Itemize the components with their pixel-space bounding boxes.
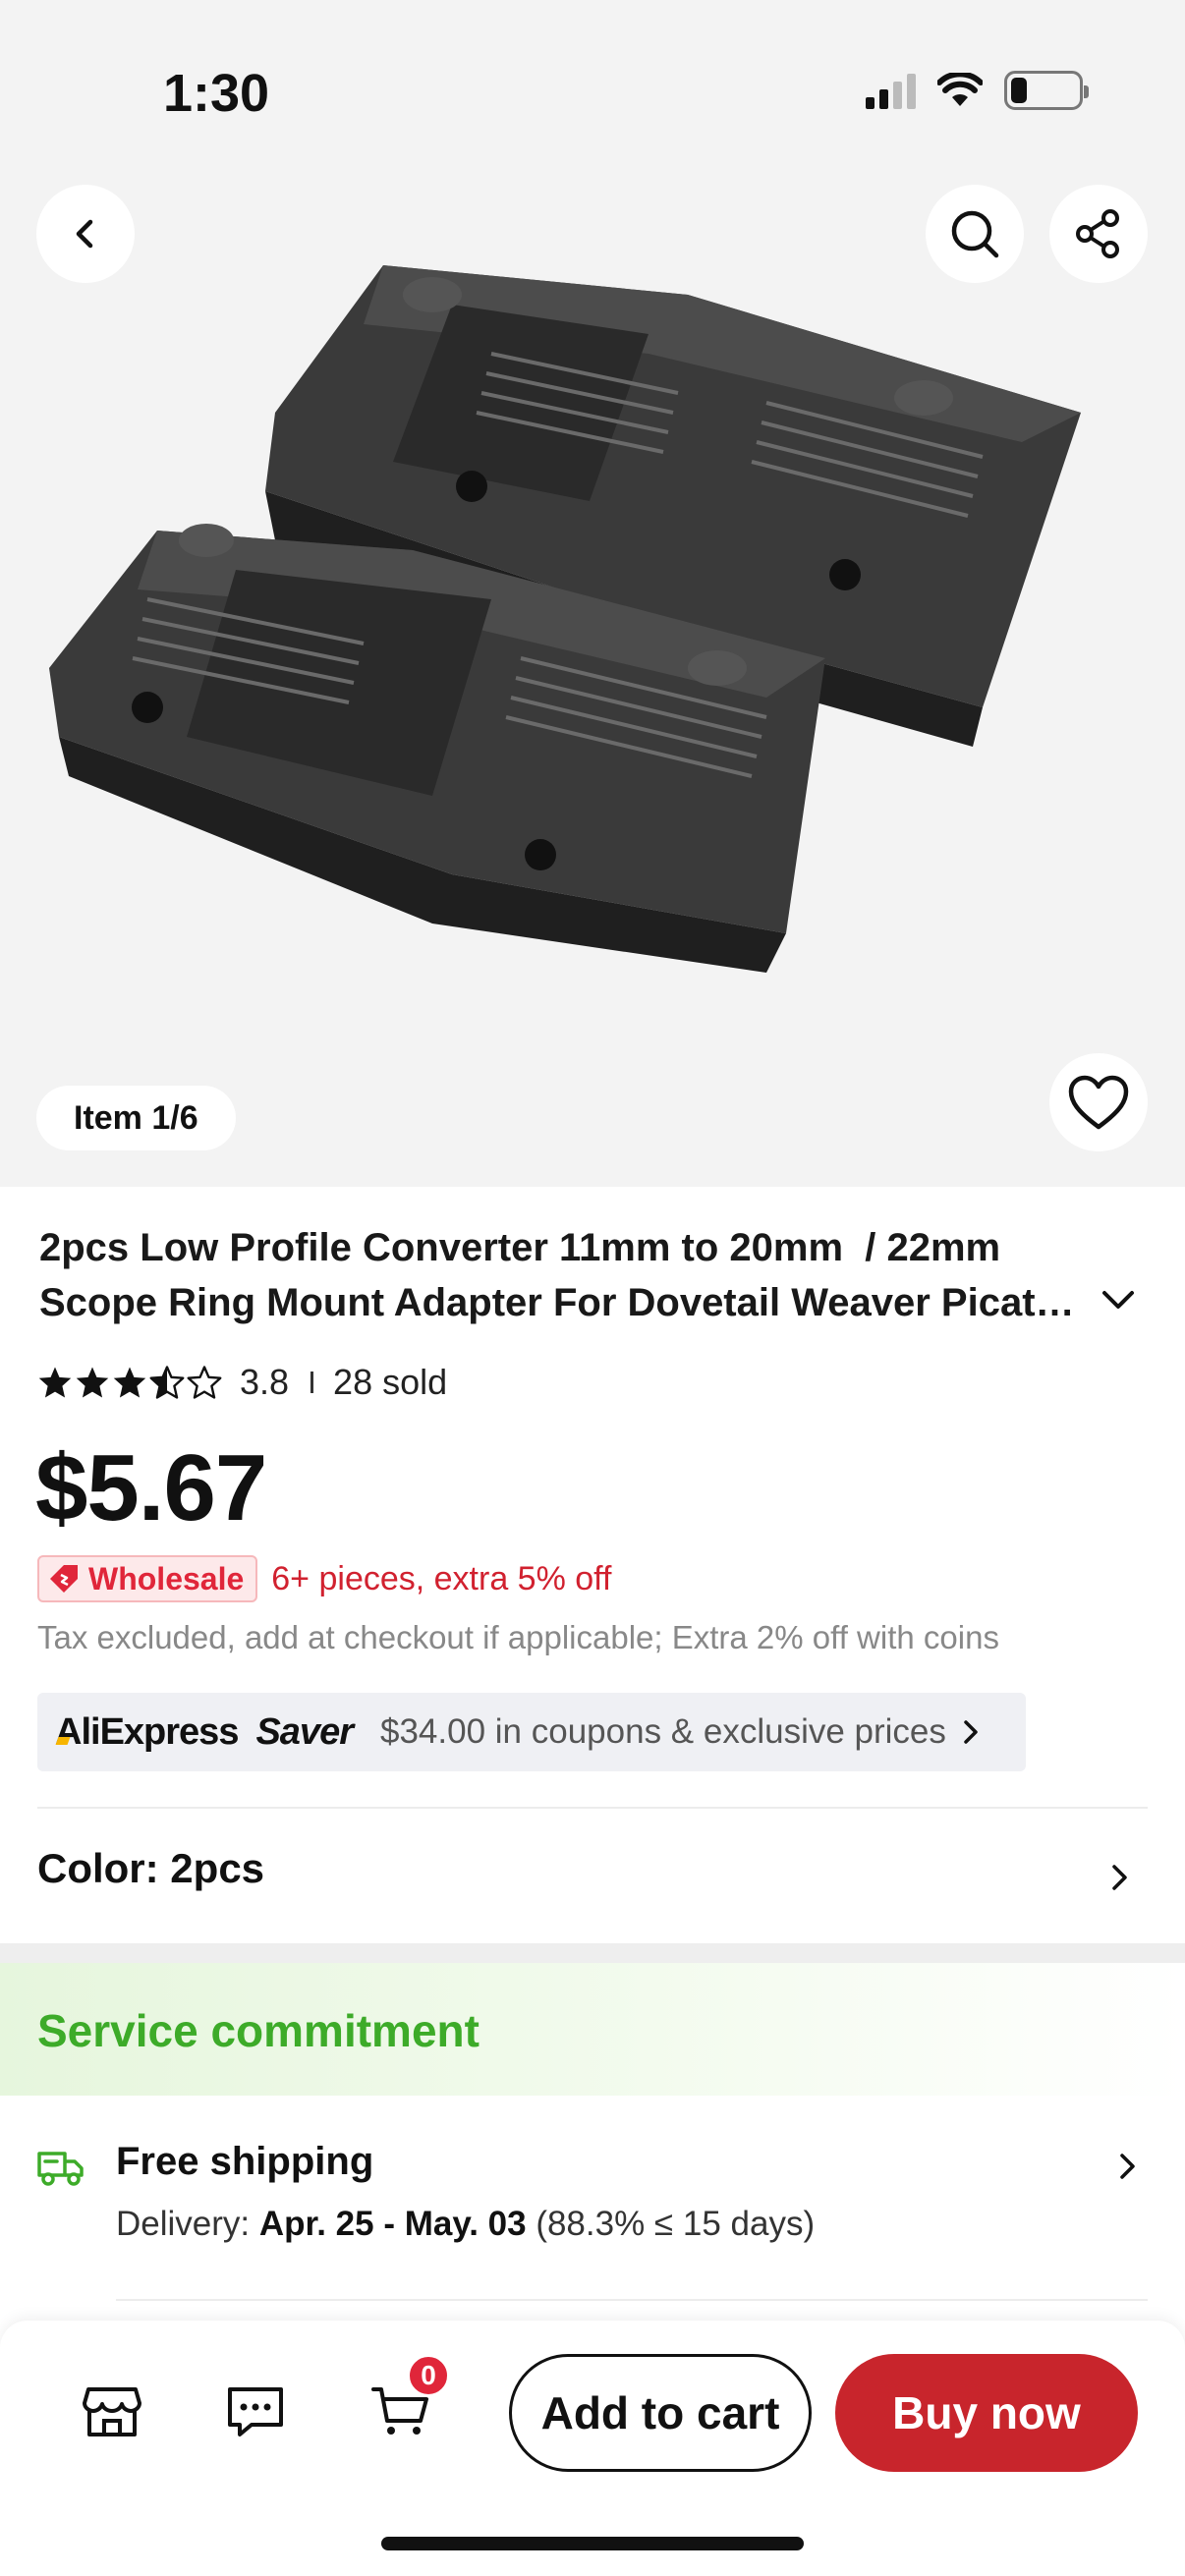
search-button[interactable] [926, 185, 1024, 283]
wishlist-button[interactable] [1049, 1053, 1148, 1151]
product-title[interactable]: 2pcs Low Profile Converter 11mm to 20mm … [39, 1220, 1081, 1330]
saver-logo: Saver [255, 1710, 354, 1753]
service-commitment-header: Service commitment [0, 1963, 1185, 2096]
bottom-action-bar: 0 Add to cart Buy now [0, 2321, 1185, 2576]
rating-value: 3.8 [240, 1362, 290, 1402]
sold-count: 28 sold [333, 1362, 448, 1402]
home-indicator[interactable] [381, 2537, 804, 2550]
saver-banner[interactable]: AliExpress Saver $34.00 in coupons & exc… [37, 1693, 1026, 1771]
expand-title-chevron-icon[interactable] [1099, 1285, 1138, 1315]
star-empty-icon [187, 1366, 222, 1399]
search-icon [951, 210, 999, 258]
status-bar: 1:30 [0, 0, 1185, 177]
shipping-truck-icon [37, 2152, 84, 2186]
star-half-icon [149, 1366, 185, 1399]
tag-icon [50, 1565, 78, 1593]
wholesale-badge: Wholesale [37, 1555, 258, 1602]
product-gallery[interactable]: Item 1/6 [0, 0, 1185, 1187]
delivery-stat: (88.3% ≤ 15 days) [536, 2205, 816, 2243]
heart-icon [1068, 1075, 1129, 1130]
divider [116, 2299, 1148, 2301]
store-icon[interactable] [81, 2380, 143, 2442]
delivery-label: Delivery: [116, 2205, 251, 2243]
color-selector[interactable]: Color: 2pcs [37, 1845, 264, 1892]
wholesale-row: Wholesale 6+ pieces, extra 5% off [37, 1555, 611, 1602]
chevron-right-icon[interactable] [1108, 1861, 1132, 1894]
service-commitment-title: Service commitment [37, 2005, 480, 2056]
chat-icon[interactable] [224, 2380, 287, 2442]
rating-separator [310, 1372, 314, 1393]
wifi-icon [937, 73, 983, 106]
buy-now-button[interactable]: Buy now [835, 2354, 1138, 2472]
chevron-left-icon [76, 219, 93, 249]
delivery-dates: Apr. 25 - May. 03 [258, 2205, 527, 2243]
wholesale-offer: 6+ pieces, extra 5% off [271, 1559, 612, 1597]
share-icon [1076, 209, 1119, 258]
add-to-cart-button[interactable]: Add to cart [509, 2354, 812, 2472]
chevron-right-icon[interactable] [1116, 2150, 1140, 2183]
cart-count-badge: 0 [407, 2354, 450, 2397]
star-filled-icon [113, 1367, 146, 1398]
share-button[interactable] [1049, 185, 1148, 283]
star-filled-icon [76, 1367, 109, 1398]
price: $5.67 [35, 1435, 267, 1540]
product-image [49, 265, 1081, 973]
image-counter: Item 1/6 [36, 1086, 236, 1150]
aliexpress-logo: AliExpress [55, 1710, 239, 1753]
back-button[interactable] [36, 185, 135, 283]
product-title-line2: Scope Ring Mount Adapter For Dovetail We… [39, 1281, 1081, 1324]
delivery-estimate: Delivery: Apr. 25 - May. 03 (88.3% ≤ 15 … [116, 2205, 815, 2244]
tax-note: Tax excluded, add at checkout if applica… [37, 1619, 999, 1655]
saver-text: $34.00 in coupons & exclusive prices [380, 1712, 946, 1751]
section-divider [0, 1943, 1185, 1963]
star-filled-icon [38, 1367, 72, 1398]
status-time: 1:30 [163, 64, 270, 123]
status-icons [866, 71, 1089, 110]
cellular-signal-icon [866, 72, 916, 109]
battery-icon [1004, 71, 1089, 110]
divider [37, 1807, 1148, 1809]
rating-stars [37, 1366, 222, 1399]
free-shipping-title[interactable]: Free shipping [116, 2140, 373, 2184]
chevron-right-icon [964, 1720, 978, 1744]
product-title-line1: 2pcs Low Profile Converter 11mm to 20mm … [39, 1226, 1001, 1269]
wholesale-label: Wholesale [88, 1560, 245, 1596]
rating-row[interactable]: 3.8 28 sold [37, 1362, 447, 1403]
